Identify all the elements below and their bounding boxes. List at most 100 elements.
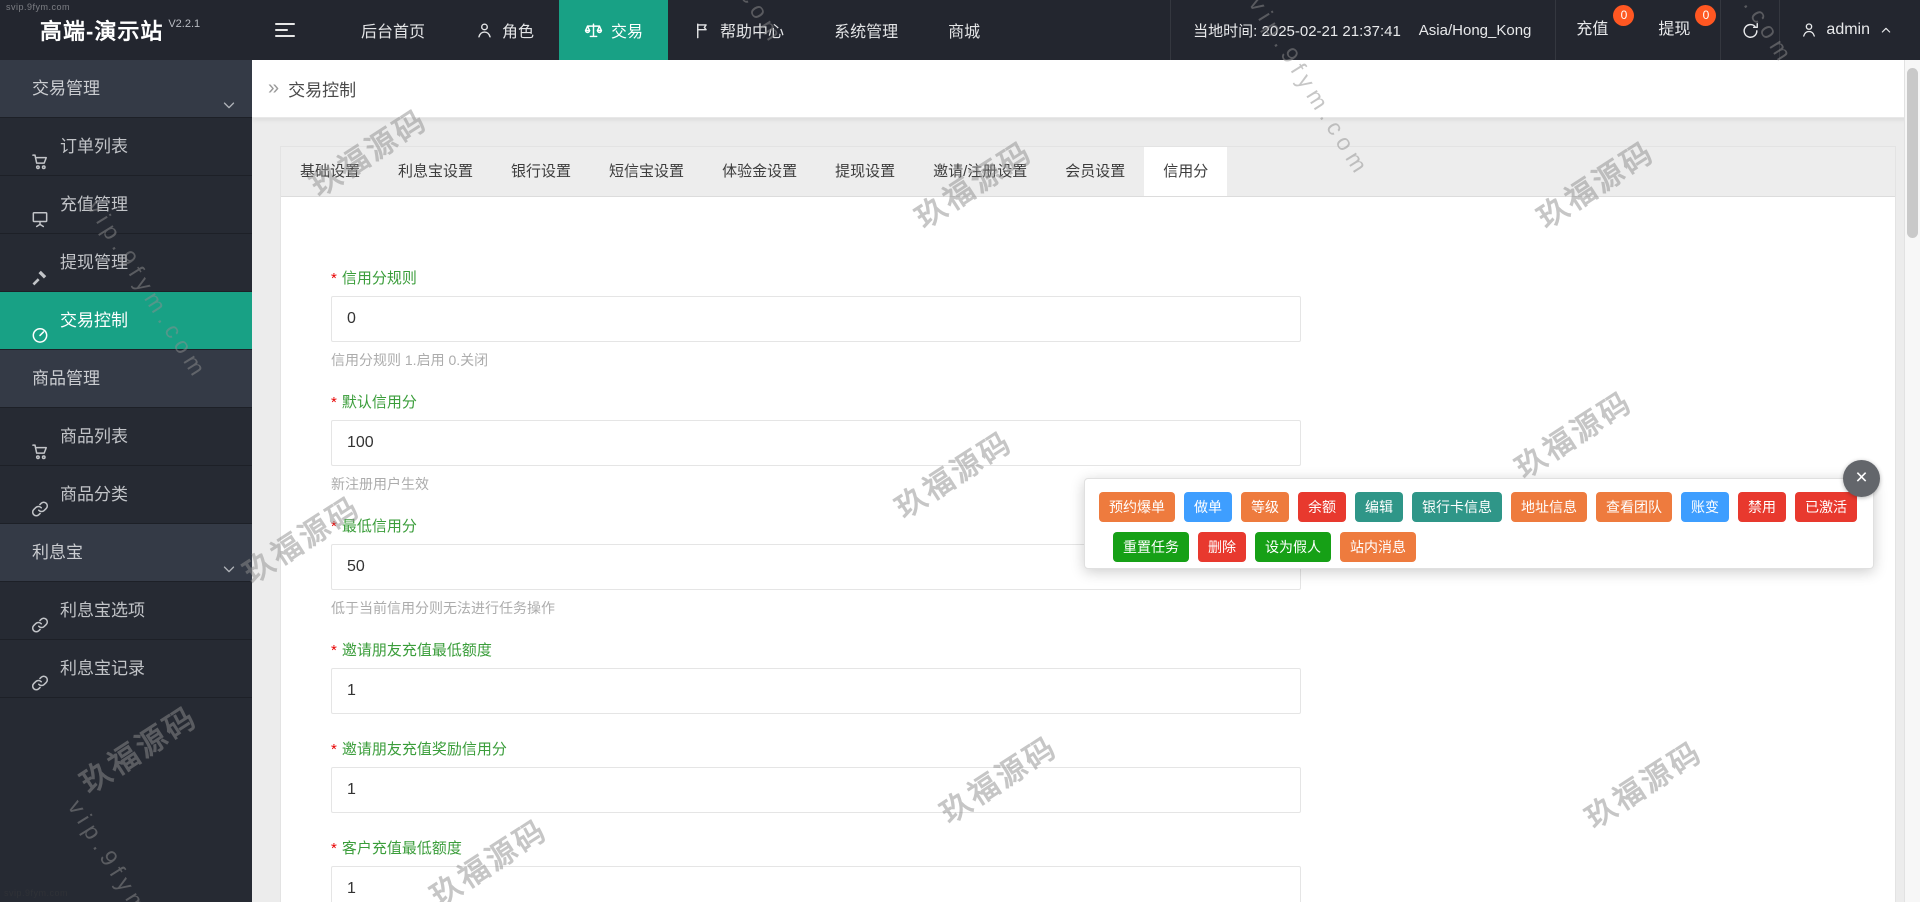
sidebar-item[interactable]: 交易控制 [0,292,252,350]
field-label: *信用分规则 [331,267,1895,287]
sidebar-group-header-1[interactable]: 商品管理 [0,350,252,408]
scrollbar-thumb[interactable] [1907,68,1918,238]
sidebar-group-label: 商品管理 [32,369,100,388]
action-button[interactable]: 设为假人 [1255,532,1331,562]
app-version: V2.2.1 [168,18,200,30]
nav-menu: 后台首页 角色 交易 帮助中心 系统管理 商城 [336,0,1005,60]
sidebar-item[interactable]: 利息宝记录 [0,640,252,698]
local-time-label: 当地时间: 2025-02-21 21:37:41 [1171,20,1410,41]
user-menu[interactable]: admin [1780,21,1920,39]
field-3-input[interactable] [331,668,1301,714]
tab-item-3[interactable]: 短信宝设置 [590,147,703,196]
nav-item-label: 角色 [502,18,534,42]
sidebar-group-header-2[interactable]: 利息宝 [0,524,252,582]
action-button[interactable]: 做单 [1184,492,1232,522]
sidebar: 交易管理订单列表充值管理提现管理交易控制商品管理商品列表商品分类利息宝利息宝选项… [0,60,252,902]
tab-item-8[interactable]: 信用分 [1144,147,1227,196]
gavel-icon [30,253,50,273]
user-icon [1800,21,1818,39]
action-panel-row-0: 预约爆单做单等级余额编辑银行卡信息地址信息查看团队账变禁用已激活 [1085,492,1873,522]
cart-icon [30,137,50,157]
nav-item-5[interactable]: 商城 [923,0,1005,60]
scales-icon [584,21,603,40]
count-badge: 0 [1695,5,1716,26]
tab-item-1[interactable]: 利息宝设置 [379,147,492,196]
action-panel-row-1: 重置任务删除设为假人站内消息 [1085,532,1873,562]
refresh-button[interactable] [1721,0,1779,60]
sidebar-item-label: 交易控制 [60,311,128,330]
sidebar-item[interactable]: 利息宝选项 [0,582,252,640]
breadcrumb-arrow-icon: » [268,77,279,100]
action-button[interactable]: 已激活 [1795,492,1857,522]
sidebar-item[interactable]: 充值管理 [0,176,252,234]
action-button[interactable]: 预约爆单 [1099,492,1175,522]
action-button[interactable]: 查看团队 [1596,492,1672,522]
field-4-input[interactable] [331,767,1301,813]
link-icon [30,485,50,505]
action-button[interactable]: 等级 [1241,492,1289,522]
tab-item-7[interactable]: 会员设置 [1046,147,1144,196]
action-button[interactable]: 账变 [1681,492,1729,522]
username-label: admin [1826,21,1870,39]
field-label: *邀请朋友充值最低额度 [331,639,1895,659]
sidebar-item-label: 商品列表 [60,427,128,446]
sidebar-toggle-button[interactable] [252,0,318,60]
caret-up-icon [1878,22,1894,38]
field-label-text: 邀请朋友充值最低额度 [342,642,492,659]
nav-item-0[interactable]: 后台首页 [336,0,450,60]
required-mark: * [331,270,337,287]
action-button[interactable]: 重置任务 [1113,532,1189,562]
nav-item-label: 商城 [948,18,980,42]
tab-item-5[interactable]: 提现设置 [816,147,914,196]
sidebar-item[interactable]: 商品分类 [0,466,252,524]
nav-item-4[interactable]: 系统管理 [809,0,923,60]
tab-item-4[interactable]: 体验金设置 [703,147,816,196]
tab-bar: 基础设置利息宝设置银行设置短信宝设置体验金设置提现设置邀请/注册设置会员设置信用… [281,147,1895,197]
action-button[interactable]: 删除 [1198,532,1246,562]
field-label-text: 默认信用分 [342,394,417,411]
sidebar-item-label: 提现管理 [60,253,128,272]
refresh-icon [1741,21,1760,40]
nav-item-label: 帮助中心 [720,18,784,42]
tab-item-0[interactable]: 基础设置 [281,147,379,196]
sidebar-item-label: 订单列表 [60,137,128,156]
sidebar-item-label: 利息宝记录 [60,659,145,678]
action-button[interactable]: 禁用 [1738,492,1786,522]
nav-item-2[interactable]: 交易 [559,0,668,60]
person-icon [475,21,494,40]
vertical-scrollbar[interactable] [1904,60,1920,902]
field-label: * 邀请朋友充值奖励信用分 [331,738,1895,758]
sidebar-item[interactable]: 提现管理 [0,234,252,292]
gauge-icon [30,311,50,331]
sidebar-item[interactable]: 商品列表 [0,408,252,466]
quick-action-1[interactable]: 提现0 [1638,0,1720,60]
nav-item-3[interactable]: 帮助中心 [668,0,809,60]
field-5-input[interactable] [331,866,1301,902]
tab-item-6[interactable]: 邀请/注册设置 [914,147,1046,196]
quick-action-label: 充值 [1576,21,1608,38]
tab-item-2[interactable]: 银行设置 [492,147,590,196]
field-label-text: 邀请朋友充值奖励信用分 [342,741,507,758]
action-button[interactable]: 编辑 [1355,492,1403,522]
hamburger-icon [275,23,295,25]
action-button[interactable]: 站内消息 [1340,532,1416,562]
nav-item-1[interactable]: 角色 [450,0,559,60]
action-button[interactable]: 银行卡信息 [1412,492,1502,522]
action-button[interactable]: 地址信息 [1511,492,1587,522]
quick-actions: 充值0提现0 [1556,0,1720,60]
top-navbar: 高端-演示站 V2.2.1 后台首页角色交易帮助中心系统管理商城 当地时间: 2… [0,0,1920,60]
sidebar-item[interactable]: 订单列表 [0,118,252,176]
flag-icon [693,21,712,40]
sidebar-group-label: 利息宝 [32,543,83,562]
required-mark: * [331,741,337,758]
field-label: *默认信用分 [331,391,1895,411]
quick-action-0[interactable]: 充值0 [1556,0,1638,60]
form-field-1: *默认信用分新注册用户生效 [331,391,1895,491]
nav-item-label: 后台首页 [361,18,425,42]
field-1-input[interactable] [331,420,1301,466]
sidebar-group-header-0[interactable]: 交易管理 [0,60,252,118]
close-button[interactable]: × [1843,460,1880,497]
action-button[interactable]: 余额 [1298,492,1346,522]
field-0-input[interactable] [331,296,1301,342]
chevron-down-icon [220,544,238,562]
